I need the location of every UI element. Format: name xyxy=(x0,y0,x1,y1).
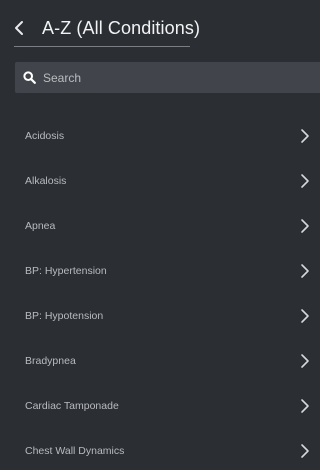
chevron-right-icon xyxy=(301,353,309,368)
list-item-chest-wall-dynamics[interactable]: Chest Wall Dynamics xyxy=(0,428,320,470)
list-item-bp-hypertension[interactable]: BP: Hypertension xyxy=(0,248,320,293)
chevron-right-icon xyxy=(301,128,309,143)
chevron-right-icon xyxy=(301,173,309,188)
chevron-right-icon xyxy=(301,263,309,278)
list-item-label: Apnea xyxy=(25,219,56,232)
search-icon xyxy=(23,71,37,85)
list-item-label: BP: Hypertension xyxy=(25,264,107,277)
list-item-alkalosis[interactable]: Alkalosis xyxy=(0,158,320,203)
chevron-right-icon xyxy=(301,218,309,233)
list-item-label: Bradypnea xyxy=(25,354,76,367)
list-item-apnea[interactable]: Apnea xyxy=(0,203,320,248)
list-item-label: Chest Wall Dynamics xyxy=(25,444,125,457)
list-item-bp-hypotension[interactable]: BP: Hypotension xyxy=(0,293,320,338)
list-item-label: Acidosis xyxy=(25,129,65,142)
chevron-right-icon xyxy=(301,308,309,323)
conditions-list: Acidosis Alkalosis Apnea BP: Hypertensio… xyxy=(0,113,320,470)
list-item-label: Cardiac Tamponade xyxy=(25,399,119,412)
chevron-right-icon xyxy=(301,443,309,458)
page-title: A-Z (All Conditions) xyxy=(42,17,201,38)
title-underline xyxy=(14,46,190,47)
app-root: A-Z (All Conditions) Acidosis Alkalosis … xyxy=(0,0,320,470)
list-item-acidosis[interactable]: Acidosis xyxy=(0,113,320,158)
header: A-Z (All Conditions) xyxy=(0,0,320,56)
chevron-right-icon xyxy=(301,398,309,413)
list-item-cardiac-tamponade[interactable]: Cardiac Tamponade xyxy=(0,383,320,428)
chevron-left-icon xyxy=(15,21,23,35)
back-button[interactable] xyxy=(14,16,32,40)
search-input[interactable] xyxy=(43,70,313,85)
list-item-label: BP: Hypotension xyxy=(25,309,104,322)
search-bar[interactable] xyxy=(15,62,320,93)
list-item-label: Alkalosis xyxy=(25,174,67,187)
list-item-bradypnea[interactable]: Bradypnea xyxy=(0,338,320,383)
